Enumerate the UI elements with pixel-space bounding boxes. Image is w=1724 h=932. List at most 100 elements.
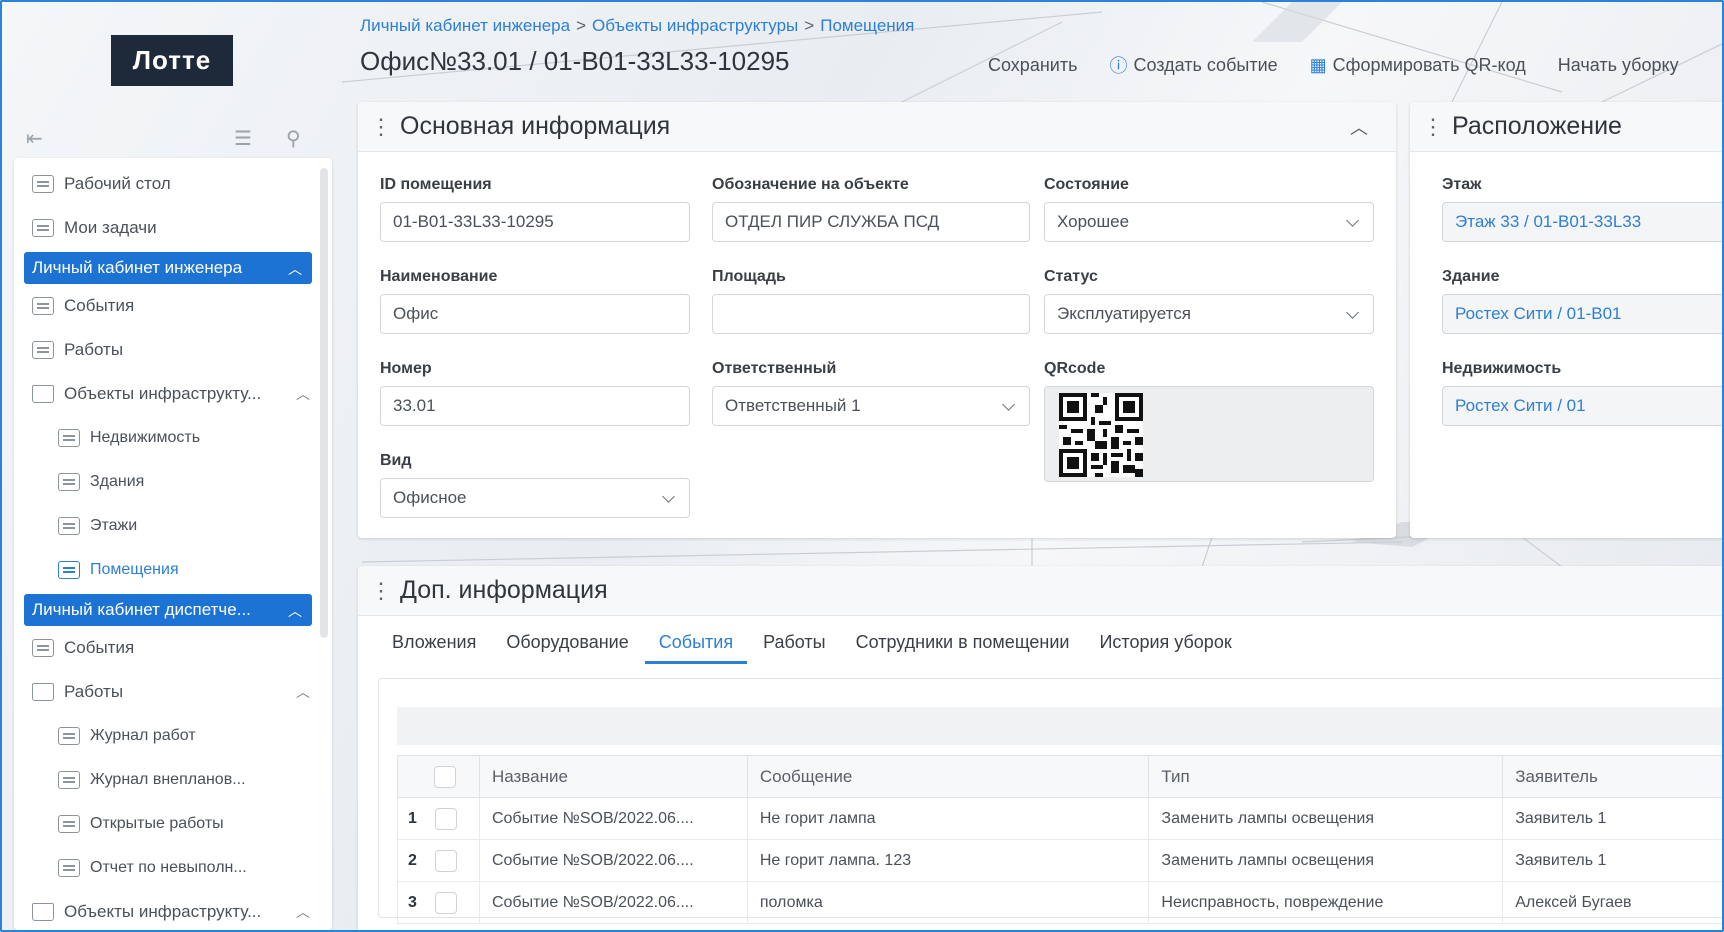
sidebar-item-rooms[interactable]: Помещения (14, 548, 320, 592)
select-all-checkbox[interactable] (434, 765, 456, 788)
sidebar-item-desktop[interactable]: Рабочий стол (14, 162, 320, 206)
area-field: Площадь (712, 268, 1030, 334)
row-number: 2 (397, 839, 480, 882)
main-info-card: ⋮ Основная информация ︿ ID помещения 01-… (358, 102, 1396, 538)
sidebar-item-work-log[interactable]: Журнал работ (14, 714, 320, 758)
sidebar-group-dispatcher[interactable]: Личный кабинет диспетче... ︿ (24, 594, 312, 626)
sidebar-item-open-works[interactable]: Открытые работы (14, 802, 320, 846)
cell-type: Заменить лампы освещения (1148, 797, 1504, 840)
create-event-button[interactable]: ⓘ Создать событие (1093, 48, 1293, 82)
status-field: Статус Эксплуатируется (1044, 268, 1374, 334)
sidebar-item-buildings[interactable]: Здания (14, 460, 320, 504)
drag-handle-icon[interactable]: ⋮ (1422, 114, 1444, 140)
number-input[interactable]: 33.01 (380, 386, 690, 426)
sidebar-item-my-tasks[interactable]: Мои задачи (14, 206, 320, 250)
chevron-up-icon[interactable]: ︿ (1350, 114, 1368, 140)
main-info-title: Основная информация (400, 112, 671, 140)
create-event-label: Создать событие (1133, 54, 1278, 75)
column-header[interactable]: Сообщение (746, 755, 1150, 798)
building-field: Здание Ростех Сити / 01-B01 (1442, 268, 1722, 334)
sidebar-item-events-dispatcher[interactable]: События (14, 626, 320, 670)
table-row[interactable]: 1 Событие №SOB/2022.06.... Не горит ламп… (397, 797, 1722, 840)
logo[interactable]: Лотте (110, 34, 234, 86)
field-label: Площадь (712, 268, 786, 285)
designation-input[interactable]: ОТДЕЛ ПИР СЛУЖБА ПСД (712, 202, 1030, 242)
responsible-select[interactable]: Ответственный 1 (712, 386, 1030, 426)
name-field: Наименование Офис (380, 268, 690, 334)
status-select[interactable]: Эксплуатируется (1044, 294, 1374, 334)
cell-message: Не горит лампа. 123 (746, 839, 1150, 882)
row-checkbox[interactable] (434, 807, 457, 830)
app-window: Лотте ⇤ ☰ ⚲ Рабочий стол Мои задачи Личн… (0, 0, 1724, 932)
location-card: ⋮ Расположение Этаж Этаж 33 / 01-B01-33L… (1410, 102, 1722, 538)
building-link[interactable]: Ростех Сити / 01-B01 (1442, 294, 1722, 334)
sidebar-item-events[interactable]: События (14, 284, 320, 328)
tab-equipment[interactable]: Оборудование (506, 632, 628, 664)
sidebar-item-label: Этажи (90, 517, 138, 534)
cell-name: Событие №SOB/2022.06.... (478, 881, 748, 924)
sidebar-item-works[interactable]: Работы (14, 328, 320, 372)
row-checkbox[interactable] (434, 849, 457, 872)
breadcrumb-item[interactable]: Объекты инфраструктуры (592, 16, 798, 35)
sidebar-tools: ⇤ ☰ ⚲ (10, 118, 320, 158)
main-info-header: ⋮ Основная информация ︿ (358, 102, 1396, 152)
column-header[interactable]: Название (478, 755, 748, 798)
collapse-sidebar-icon[interactable]: ⇤ (26, 126, 43, 151)
table-row[interactable]: 2 Событие №SOB/2022.06.... Не горит ламп… (397, 839, 1722, 882)
sidebar-item-report-failed[interactable]: Отчет по невыполн... (14, 846, 320, 890)
qr-code-image[interactable] (1059, 393, 1143, 477)
save-button[interactable]: Сохранить (972, 48, 1093, 82)
sidebar-item-floors[interactable]: Этажи (14, 504, 320, 548)
table-row[interactable]: 3 Событие №SOB/2022.06.... поломка Неисп… (397, 881, 1722, 924)
designation-field: Обозначение на объекте ОТДЕЛ ПИР СЛУЖБА … (712, 176, 1030, 242)
breadcrumb-item-current[interactable]: Помещения (820, 16, 914, 35)
column-header[interactable]: Тип (1148, 755, 1504, 798)
sidebar-item-unplanned-log[interactable]: Журнал внепланов... (14, 758, 320, 802)
floor-field: Этаж Этаж 33 / 01-B01-33L33 (1442, 176, 1722, 242)
sidebar-item-works-dispatcher[interactable]: Работы ︿ (14, 670, 320, 714)
sidebar-item-realty[interactable]: Недвижимость (14, 416, 320, 460)
sidebar-item-infrastructure[interactable]: Объекты инфраструкту... ︿ (14, 372, 320, 416)
sidebar-group-engineer[interactable]: Личный кабинет инженера ︿ (24, 252, 312, 284)
floor-link[interactable]: Этаж 33 / 01-B01-33L33 (1442, 202, 1722, 242)
kind-field: Вид Офисное (380, 452, 690, 518)
room-id-input[interactable]: 01-B01-33L33-10295 (380, 202, 690, 242)
cell-applicant: Заявитель 1 (1502, 839, 1722, 882)
sidebar-item-label: Объекты инфраструкту... (64, 384, 262, 403)
table-toolbar: ↻ (397, 707, 1722, 745)
qrcode-field: QRcode (1044, 360, 1374, 482)
realty-link[interactable]: Ростех Сити / 01 (1442, 386, 1722, 426)
breadcrumb: Личный кабинет инженера > Объекты инфрастр… (360, 16, 914, 36)
sidebar-item-infrastructure-dispatcher[interactable]: Объекты инфраструкту... ︿ (14, 890, 320, 930)
drag-handle-icon[interactable]: ⋮ (370, 578, 392, 604)
name-input[interactable]: Офис (380, 294, 690, 334)
sidebar-item-label: Рабочий стол (64, 174, 171, 193)
condition-select[interactable]: Хорошее (1044, 202, 1374, 242)
sidebar-scrollbar[interactable] (320, 168, 328, 638)
area-input[interactable] (712, 294, 1030, 334)
breadcrumb-item[interactable]: Личный кабинет инженера (360, 16, 570, 35)
info-circle-icon: ⓘ (1109, 56, 1128, 76)
sidebar-item-label: Работы (64, 682, 124, 701)
tab-cleaning-history[interactable]: История уборок (1099, 632, 1231, 664)
chevron-up-icon: ︿ (296, 386, 310, 402)
list-icon (32, 639, 54, 657)
field-label: Вид (380, 452, 412, 469)
drag-handle-icon[interactable]: ⋮ (370, 114, 392, 140)
row-checkbox[interactable] (434, 891, 457, 914)
folder-icon (32, 683, 54, 701)
start-cleaning-button[interactable]: Начать уборку (1542, 48, 1695, 82)
kind-select[interactable]: Офисное (380, 478, 690, 518)
column-header[interactable]: Заявитель (1502, 755, 1722, 798)
tab-staff[interactable]: Сотрудники в помещении (856, 632, 1070, 664)
generate-qr-button[interactable]: ▦ Сформировать QR-код (1294, 48, 1542, 82)
field-label: Здание (1442, 268, 1500, 285)
search-icon[interactable]: ⚲ (286, 126, 301, 151)
list-view-icon[interactable]: ☰ (234, 126, 252, 151)
tab-works[interactable]: Работы (763, 632, 826, 664)
tab-attachments[interactable]: Вложения (392, 632, 476, 664)
tab-events[interactable]: События (644, 632, 748, 664)
field-label: Этаж (1442, 176, 1482, 193)
sidebar-item-label: Открытые работы (90, 815, 224, 832)
field-label: Обозначение на объекте (712, 176, 909, 193)
